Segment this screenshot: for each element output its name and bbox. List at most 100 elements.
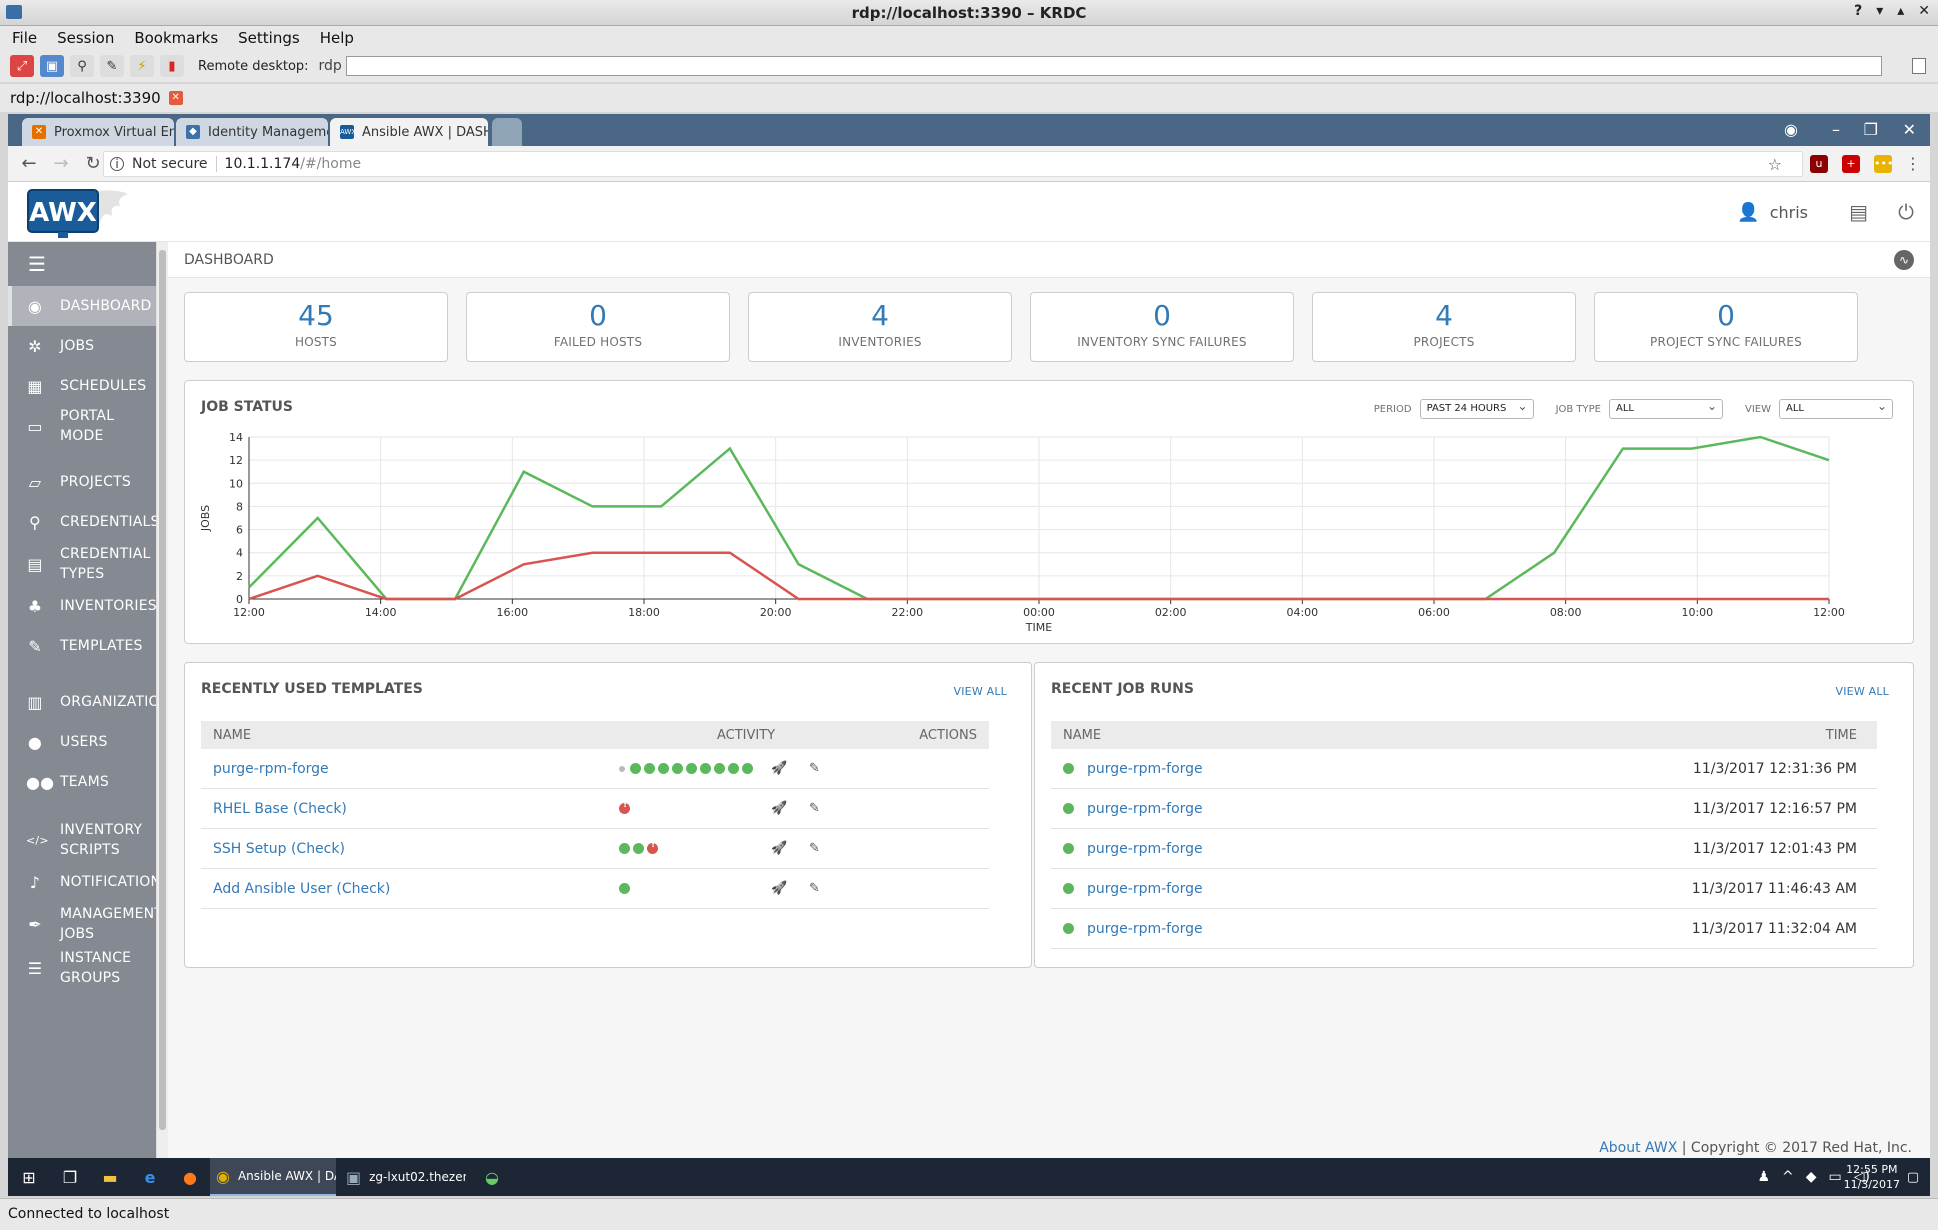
- count-card-projects[interactable]: 4 PROJECTS: [1312, 292, 1576, 362]
- count-card-inventory-sync-failures[interactable]: 0 INVENTORY SYNC FAILURES: [1030, 292, 1294, 362]
- job-success-icon[interactable]: [619, 883, 630, 894]
- close-session-icon[interactable]: ✕: [168, 91, 183, 105]
- sidebar-item-credentials[interactable]: ⚲ CREDENTIALS: [8, 502, 156, 542]
- job-name-link[interactable]: purge-rpm-forge: [1087, 761, 1203, 777]
- info-icon[interactable]: i: [110, 157, 124, 171]
- templates-view-all-link[interactable]: VIEW ALL: [954, 685, 1007, 698]
- jobs-view-all-link[interactable]: VIEW ALL: [1836, 685, 1889, 698]
- sidebar-item-inventories[interactable]: ♣ INVENTORIES: [8, 586, 156, 626]
- launch-rocket-icon[interactable]: 🚀: [771, 881, 787, 896]
- disconnect-icon[interactable]: ▮: [160, 55, 184, 77]
- count-card-failed-hosts[interactable]: 0 FAILED HOSTS: [466, 292, 730, 362]
- job-success-icon[interactable]: [742, 763, 753, 774]
- count-card-project-sync-failures[interactable]: 0 PROJECT SYNC FAILURES: [1594, 292, 1858, 362]
- edit-pencil-icon[interactable]: ✎: [809, 841, 820, 856]
- template-name-link[interactable]: purge-rpm-forge: [213, 761, 329, 777]
- grab-input-icon[interactable]: ⚡: [130, 55, 154, 77]
- job-success-icon[interactable]: [728, 763, 739, 774]
- sidebar-item-credential-types[interactable]: ▤ CREDENTIAL TYPES: [8, 542, 156, 586]
- job-pending-icon[interactable]: [619, 765, 625, 772]
- reload-icon[interactable]: ↻: [82, 153, 104, 174]
- job-name-link[interactable]: purge-rpm-forge: [1087, 801, 1203, 817]
- about-awx-link[interactable]: About AWX: [1599, 1140, 1677, 1156]
- count-card-hosts[interactable]: 45 HOSTS: [184, 292, 448, 362]
- documentation-icon[interactable]: ▤: [1849, 200, 1868, 224]
- current-user[interactable]: 👤 chris: [1737, 202, 1808, 223]
- job-success-icon[interactable]: [672, 763, 683, 774]
- menu-settings[interactable]: Settings: [238, 29, 300, 47]
- menu-file[interactable]: File: [12, 29, 37, 47]
- job-failed-icon[interactable]: [619, 800, 630, 814]
- sidebar-item-notifications[interactable]: ♪ NOTIFICATIONS: [8, 862, 156, 902]
- logout-power-icon[interactable]: ⏻: [1898, 200, 1914, 224]
- remote-address-input[interactable]: [346, 56, 1882, 76]
- sidebar-item-organizations[interactable]: ▥ ORGANIZATIONS: [8, 682, 156, 722]
- profile-icon[interactable]: ◉: [1784, 120, 1798, 139]
- maximize-icon[interactable]: ▴: [1897, 3, 1904, 19]
- awx-logo[interactable]: AWX: [20, 186, 130, 240]
- job-name-link[interactable]: purge-rpm-forge: [1087, 921, 1203, 937]
- help-icon[interactable]: ?: [1854, 3, 1862, 19]
- fullscreen-icon[interactable]: ⤢: [10, 55, 34, 77]
- browser-restore-icon[interactable]: ❐: [1864, 120, 1878, 139]
- job-success-icon[interactable]: [619, 843, 630, 854]
- job-success-icon[interactable]: [714, 763, 725, 774]
- new-tab-button[interactable]: [492, 118, 522, 146]
- template-name-link[interactable]: Add Ansible User (Check): [213, 881, 390, 897]
- ublock-icon[interactable]: u: [1810, 155, 1828, 173]
- firefox-button[interactable]: ●: [170, 1158, 210, 1196]
- menu-session[interactable]: Session: [57, 29, 114, 47]
- launch-rocket-icon[interactable]: 🚀: [771, 761, 787, 776]
- task-view-button[interactable]: ❐: [50, 1158, 90, 1196]
- zoom-icon[interactable]: ⚲: [70, 55, 94, 77]
- tab-ansible-awx[interactable]: AWX Ansible AWX | DASHBOA ✕: [330, 118, 488, 146]
- edge-button[interactable]: e: [130, 1158, 170, 1196]
- job-failed-icon[interactable]: [647, 840, 658, 854]
- forward-icon[interactable]: →: [50, 153, 72, 174]
- edit-pencil-icon[interactable]: ✎: [809, 761, 820, 776]
- edit-pencil-icon[interactable]: ✎: [809, 881, 820, 896]
- bookmark-star-icon[interactable]: ☆: [1768, 155, 1782, 174]
- launch-rocket-icon[interactable]: 🚀: [771, 801, 787, 816]
- dropbox-icon[interactable]: ◆: [1806, 1169, 1817, 1185]
- sidebar-item-users[interactable]: ● USERS: [8, 722, 156, 762]
- job-success-icon[interactable]: [633, 843, 644, 854]
- job-success-icon[interactable]: [644, 763, 655, 774]
- start-button[interactable]: ⊞: [8, 1158, 50, 1196]
- sidebar-item-inventory-scripts[interactable]: </> INVENTORY SCRIPTS: [8, 818, 156, 862]
- close-icon[interactable]: ✕: [1918, 3, 1930, 19]
- template-name-link[interactable]: RHEL Base (Check): [213, 801, 347, 817]
- back-icon[interactable]: ←: [18, 153, 40, 174]
- count-card-inventories[interactable]: 4 INVENTORIES: [748, 292, 1012, 362]
- job-name-link[interactable]: purge-rpm-forge: [1087, 841, 1203, 857]
- taskbar-clock[interactable]: 12:55 PM 11/3/2017: [1844, 1162, 1900, 1192]
- connect-icon[interactable]: [1912, 58, 1926, 74]
- browser-minimize-icon[interactable]: –: [1832, 120, 1840, 139]
- tab-proxmox[interactable]: ✕ Proxmox Virtual Environm ✕: [22, 118, 174, 146]
- sidebar-item-templates[interactable]: ✎ TEMPLATES: [8, 626, 156, 666]
- tray-overflow-icon[interactable]: ^: [1782, 1169, 1794, 1185]
- file-explorer-button[interactable]: ▬: [90, 1158, 130, 1196]
- sidebar-item-projects[interactable]: ▱ PROJECTS: [8, 462, 156, 502]
- activity-stream-icon[interactable]: ∿: [1894, 250, 1914, 270]
- sidebar-item-jobs[interactable]: ✲ JOBS: [8, 326, 156, 366]
- template-name-link[interactable]: SSH Setup (Check): [213, 841, 345, 857]
- job-name-link[interactable]: purge-rpm-forge: [1087, 881, 1203, 897]
- sidebar-item-portal-mode[interactable]: ▭ PORTAL MODE: [8, 406, 156, 446]
- browser-close-icon[interactable]: ✕: [1903, 120, 1916, 139]
- launch-rocket-icon[interactable]: 🚀: [771, 841, 787, 856]
- job-success-icon[interactable]: [630, 763, 641, 774]
- job-success-icon[interactable]: [686, 763, 697, 774]
- edit-pencil-icon[interactable]: ✎: [809, 801, 820, 816]
- sidebar-item-schedules[interactable]: ▦ SCHEDULES: [8, 366, 156, 406]
- session-tab[interactable]: rdp://localhost:3390 ✕: [0, 84, 1938, 112]
- view-only-icon[interactable]: ✎: [100, 55, 124, 77]
- job-success-icon[interactable]: [700, 763, 711, 774]
- menu-help[interactable]: Help: [320, 29, 354, 47]
- action-center-button[interactable]: ▢: [1900, 1158, 1926, 1196]
- minimize-icon[interactable]: ▾: [1876, 3, 1883, 19]
- sidebar-item-teams[interactable]: ●● TEAMS: [8, 762, 156, 802]
- screenshot-icon[interactable]: ▣: [40, 55, 64, 77]
- job-success-icon[interactable]: [658, 763, 669, 774]
- shield-extension-icon[interactable]: +: [1842, 155, 1860, 173]
